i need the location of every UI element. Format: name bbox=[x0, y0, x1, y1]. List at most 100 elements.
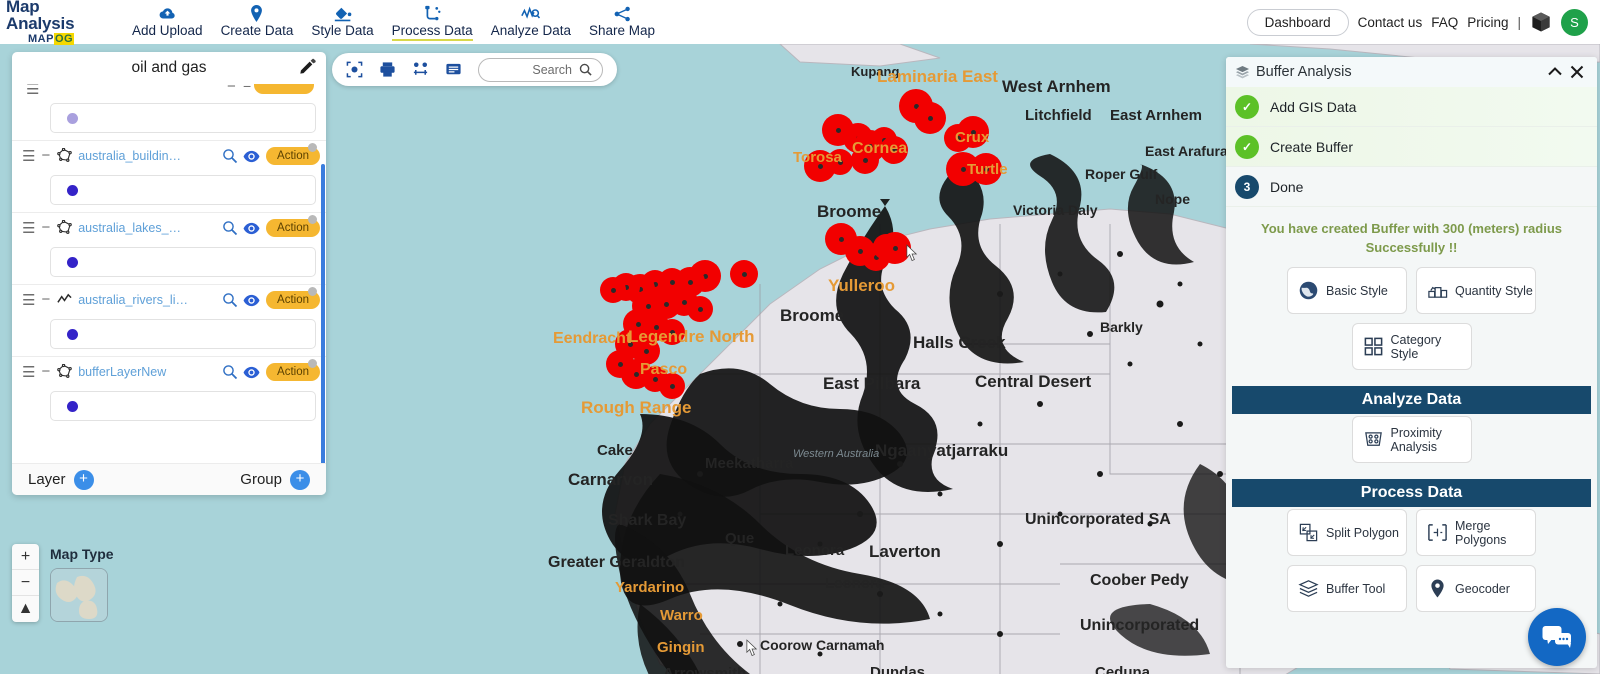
add-layer-plus-icon[interactable]: + bbox=[73, 469, 94, 490]
legend-icon[interactable] bbox=[445, 61, 462, 78]
buffer-step[interactable]: 3 Done bbox=[1226, 167, 1597, 207]
zoom-to-layer-icon[interactable] bbox=[222, 220, 238, 236]
dashboard-button[interactable]: Dashboard bbox=[1246, 8, 1349, 36]
brand-logo[interactable]: Map Analysis MAPOG bbox=[0, 0, 105, 46]
avatar[interactable]: S bbox=[1561, 8, 1588, 36]
close-icon[interactable] bbox=[1566, 61, 1588, 83]
collapse-minus-icon[interactable]: − bbox=[41, 147, 50, 164]
quantity-style-button[interactable]: Quantity Style bbox=[1416, 267, 1536, 314]
app-root: Map Analysis MAPOG Add Upload Create Dat… bbox=[0, 0, 1600, 674]
add-layer-group[interactable]: Layer + bbox=[28, 469, 94, 490]
buffer-marker-center bbox=[669, 329, 675, 335]
buffer-marker-center bbox=[837, 159, 843, 165]
layer-action-button[interactable]: Action bbox=[266, 286, 320, 309]
zoom-to-layer-icon[interactable] bbox=[222, 148, 238, 164]
layer-name[interactable]: australia_buildin… bbox=[78, 149, 217, 163]
nav-label-share-map: Share Map bbox=[588, 23, 656, 38]
buffer-marker-center bbox=[817, 163, 823, 169]
layer-symbol-swatch[interactable] bbox=[67, 112, 78, 124]
measure-icon[interactable] bbox=[412, 61, 429, 78]
layer-row[interactable]: ☰ − australia_rivers_li… Action bbox=[12, 284, 326, 314]
nav-item-create-data[interactable]: Create Data bbox=[212, 3, 303, 38]
nav-item-style-data[interactable]: Style Data bbox=[302, 3, 382, 38]
drag-handle-icon[interactable]: ☰ bbox=[22, 363, 35, 381]
layer-list-scrollbar[interactable] bbox=[321, 164, 325, 489]
drag-handle-icon[interactable]: ☰ bbox=[22, 219, 35, 237]
layer-symbol-swatch[interactable] bbox=[67, 184, 78, 196]
layer-symbol-swatch[interactable] bbox=[67, 400, 78, 412]
map-type-thumbnail[interactable] bbox=[50, 568, 108, 622]
map-pin-icon bbox=[250, 5, 263, 22]
layer-action-button[interactable]: Action bbox=[266, 142, 320, 165]
layer-symbol-swatch[interactable] bbox=[67, 328, 78, 340]
layer-symbol-box[interactable] bbox=[50, 175, 316, 205]
layer-action-button[interactable]: Action bbox=[266, 358, 320, 381]
geocoder-button[interactable]: Geocoder bbox=[1416, 565, 1536, 612]
layer-symbol-box[interactable] bbox=[50, 103, 316, 133]
analyze-chart-icon bbox=[521, 5, 541, 22]
buffer-marker-center bbox=[835, 127, 841, 133]
compass-reset-button[interactable]: ▲ bbox=[12, 596, 39, 622]
category-style-button[interactable]: Category Style bbox=[1351, 323, 1472, 370]
split-polygon-button[interactable]: Split Polygon bbox=[1287, 509, 1407, 556]
add-group-plus-icon[interactable]: + bbox=[290, 469, 310, 490]
layer-symbol-swatch[interactable] bbox=[67, 256, 78, 268]
toggle-visibility-icon[interactable] bbox=[243, 292, 260, 308]
nav-item-share-map[interactable]: Share Map bbox=[580, 3, 664, 38]
layer-name[interactable]: australia_rivers_li… bbox=[78, 293, 217, 307]
collapse-minus-icon[interactable]: − bbox=[41, 219, 50, 236]
layer-action-button[interactable]: Action bbox=[266, 214, 320, 237]
buffer-step[interactable]: ✓ Create Buffer bbox=[1226, 127, 1597, 167]
toggle-visibility-icon[interactable] bbox=[243, 220, 260, 236]
zoom-in-button[interactable]: + bbox=[12, 544, 39, 570]
globe-style-icon bbox=[1298, 280, 1319, 301]
search-input[interactable]: Search bbox=[478, 57, 603, 82]
collapse-minus-icon[interactable]: − bbox=[41, 363, 50, 380]
layer-row[interactable]: ☰ − australia_lakes_… Action bbox=[12, 212, 326, 242]
layer-row[interactable]: ☰ − bufferLayerNew Action bbox=[12, 356, 326, 386]
toggle-visibility-icon[interactable] bbox=[243, 148, 260, 164]
layer-action-button[interactable] bbox=[254, 84, 314, 94]
toggle-visibility-icon[interactable] bbox=[243, 364, 260, 380]
print-icon[interactable] bbox=[379, 61, 396, 78]
style-tile-grid: Basic Style Quantity Style Category Styl… bbox=[1226, 265, 1597, 382]
drag-handle-icon[interactable]: ☰ bbox=[26, 84, 39, 98]
buffer-step[interactable]: ✓ Add GIS Data bbox=[1226, 87, 1597, 127]
pencil-icon[interactable] bbox=[299, 58, 316, 75]
proximity-analysis-button[interactable]: Proximity Analysis bbox=[1351, 416, 1472, 463]
layer-panel-header: oil and gas bbox=[12, 52, 326, 84]
drag-handle-icon[interactable]: ☰ bbox=[22, 291, 35, 309]
layer-name[interactable]: australia_lakes_… bbox=[78, 221, 217, 235]
collapse-minus-icon[interactable]: − bbox=[227, 84, 236, 95]
pricing-link[interactable]: Pricing bbox=[1467, 15, 1508, 30]
cube-3d-icon[interactable] bbox=[1530, 11, 1552, 33]
chevron-up-icon[interactable] bbox=[1544, 61, 1566, 83]
layer-row-partial[interactable]: ☰ − − bbox=[12, 84, 326, 98]
chat-button[interactable] bbox=[1528, 608, 1586, 666]
merge-polygons-button[interactable]: Merge Polygons bbox=[1416, 509, 1536, 556]
buffer-tool-button[interactable]: Buffer Tool bbox=[1287, 565, 1407, 612]
layer-symbol-box[interactable] bbox=[50, 319, 316, 349]
contact-us-link[interactable]: Contact us bbox=[1358, 15, 1423, 30]
basic-style-button[interactable]: Basic Style bbox=[1287, 267, 1407, 314]
nav-item-process-data[interactable]: Process Data bbox=[383, 3, 482, 41]
layer-row[interactable]: ☰ − australia_buildin… Action bbox=[12, 140, 326, 170]
zoom-out-button[interactable]: − bbox=[12, 570, 39, 596]
line-icon bbox=[57, 292, 72, 307]
drag-handle-icon[interactable]: ☰ bbox=[22, 147, 35, 165]
faq-link[interactable]: FAQ bbox=[1431, 15, 1458, 30]
zoom-to-layer-icon[interactable] bbox=[222, 292, 238, 308]
nav-item-analyze-data[interactable]: Analyze Data bbox=[482, 3, 580, 38]
polygon-icon bbox=[57, 219, 73, 235]
layer-symbol-box[interactable] bbox=[50, 247, 316, 277]
layer-symbol-box[interactable] bbox=[50, 391, 316, 421]
add-group-group[interactable]: Group + bbox=[240, 469, 310, 490]
layer-list-scroll[interactable]: ☰ − − ☰ − australia_buildin… Action ☰ − australia… bbox=[12, 84, 326, 495]
zoom-to-layer-icon[interactable] bbox=[222, 364, 238, 380]
collapse-minus-icon[interactable]: − bbox=[41, 291, 50, 308]
analyze-data-section-title: Analyze Data bbox=[1232, 386, 1591, 414]
layer-name[interactable]: bufferLayerNew bbox=[78, 365, 217, 379]
buffer-step-label: Done bbox=[1270, 178, 1304, 195]
nav-item-add-upload[interactable]: Add Upload bbox=[123, 3, 212, 38]
locate-icon[interactable] bbox=[346, 61, 363, 78]
